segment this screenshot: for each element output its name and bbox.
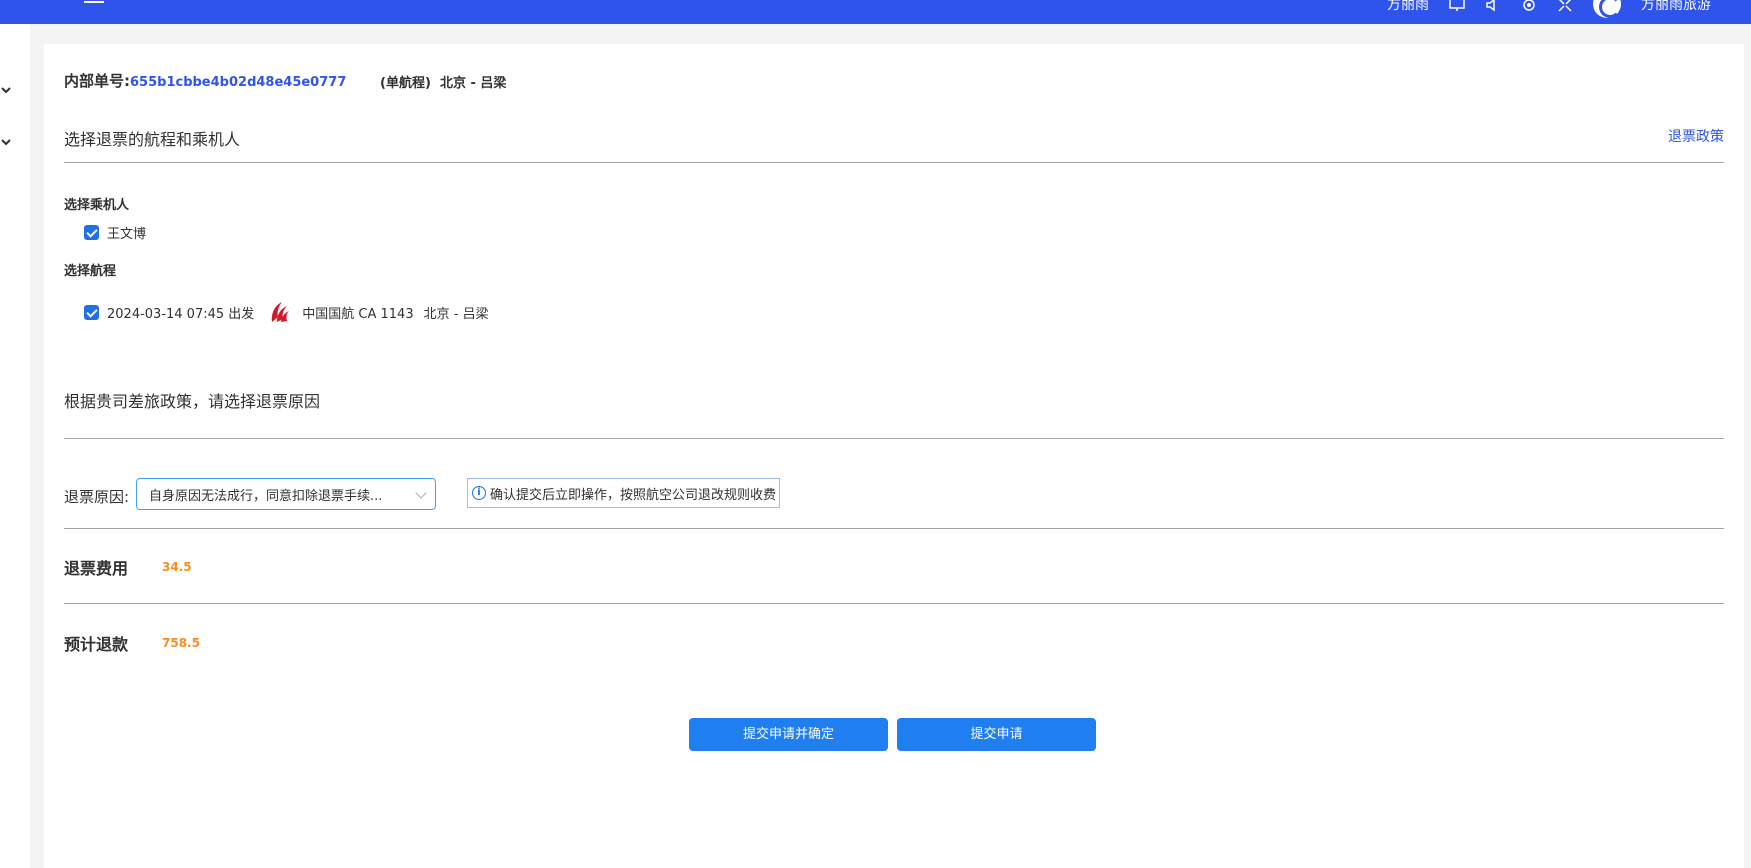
refund-reason-value: 自身原因无法成行，同意扣除退票手续... xyxy=(149,489,383,504)
refund-fee-label: 退票费用 xyxy=(64,559,129,578)
refund-card: 内部单号:655b1cbbe4b02d48e45e0777 (单航程) 北京 -… xyxy=(44,44,1744,868)
divider xyxy=(64,603,1724,604)
divider xyxy=(64,162,1724,163)
segment-airline: 中国国航 CA 1143 xyxy=(302,306,414,322)
top-header: 方丽雨 方丽雨旅游 xyxy=(0,0,1751,24)
order-number: 655b1cbbe4b02d48e45e0777 xyxy=(130,75,347,90)
trip-summary: (单航程) 北京 - 吕梁 xyxy=(380,72,506,91)
segment-route: 北京 - 吕梁 xyxy=(423,306,489,322)
passenger-checkbox[interactable] xyxy=(84,225,99,240)
submit-button[interactable]: 提交申请 xyxy=(897,718,1096,751)
segment-section-title: 选择航程 xyxy=(64,264,117,279)
order-number-label: 内部单号: xyxy=(64,72,130,90)
chevron-down-icon[interactable] xyxy=(0,136,14,150)
user-name[interactable]: 方丽雨 xyxy=(1387,0,1429,14)
submit-and-confirm-button[interactable]: 提交申请并确定 xyxy=(689,718,888,751)
refund-notice-text: 确认提交后立即操作，按照航空公司退改规则收费 xyxy=(490,487,777,503)
passenger-section-title: 选择乘机人 xyxy=(64,198,130,213)
estimated-refund-value: 758.5 xyxy=(162,636,200,650)
air-china-logo-icon xyxy=(272,302,290,322)
estimated-refund-label: 预计退款 xyxy=(64,635,129,654)
section-title-reason: 根据贵司差旅政策，请选择退票原因 xyxy=(64,392,321,411)
left-sidebar xyxy=(0,24,30,868)
refund-reason-label: 退票原因: xyxy=(64,488,130,506)
section-title-select: 选择退票的航程和乘机人 xyxy=(64,130,241,149)
segment-checkbox[interactable] xyxy=(84,304,99,320)
segment-option[interactable]: 2024-03-14 07:45 出发 中国国航 CA 1143 北京 - 吕梁 xyxy=(84,300,489,324)
refund-fee-value: 34.5 xyxy=(162,560,192,574)
refund-reason-select[interactable]: 自身原因无法成行，同意扣除退票手续... xyxy=(136,478,436,510)
refund-policy-link[interactable]: 退票政策 xyxy=(1668,126,1724,146)
trip-type: (单航程) xyxy=(380,76,431,91)
chevron-down-icon[interactable] xyxy=(0,84,14,98)
fullscreen-icon[interactable] xyxy=(1557,0,1573,12)
divider xyxy=(64,438,1724,439)
account-name[interactable]: 方丽雨旅游 xyxy=(1641,0,1711,14)
segment-datetime: 2024-03-14 07:45 出发 xyxy=(107,306,255,322)
speaker-icon[interactable] xyxy=(1485,0,1501,12)
trip-route: 北京 - 吕梁 xyxy=(439,76,507,91)
avatar[interactable] xyxy=(1593,0,1621,18)
divider xyxy=(64,528,1724,529)
menu-toggle-icon[interactable] xyxy=(84,0,104,10)
chevron-down-icon xyxy=(415,487,427,499)
passenger-option[interactable]: 王文博 xyxy=(84,223,146,242)
order-info: 内部单号:655b1cbbe4b02d48e45e0777 (单航程) 北京 -… xyxy=(64,70,506,91)
header-right: 方丽雨 方丽雨旅游 xyxy=(1387,0,1711,18)
passenger-name: 王文博 xyxy=(107,227,147,242)
monitor-icon[interactable] xyxy=(1449,0,1465,11)
refund-notice: i 确认提交后立即操作，按照航空公司退改规则收费 xyxy=(467,478,781,508)
gear-icon[interactable] xyxy=(1521,0,1537,11)
info-icon: i xyxy=(472,486,486,500)
